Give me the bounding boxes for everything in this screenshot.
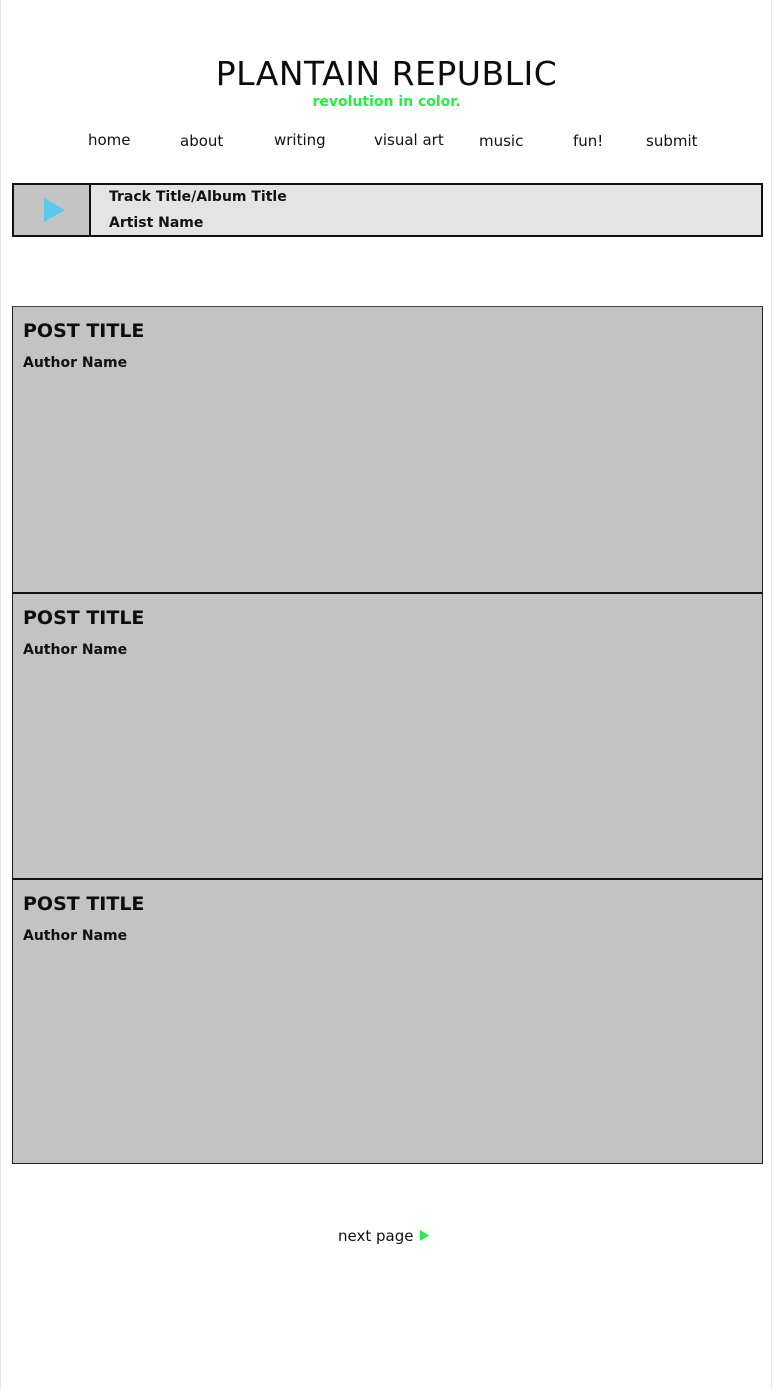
post-card[interactable]: POST TITLE Author Name (12, 878, 763, 1164)
post-card[interactable]: POST TITLE Author Name (12, 592, 763, 878)
track-title: Track Title/Album Title (109, 189, 287, 205)
post-title[interactable]: POST TITLE (23, 606, 144, 630)
site-title[interactable]: PLANTAIN REPUBLIC (0, 52, 773, 96)
play-button[interactable] (14, 185, 91, 235)
site-tagline: revolution in color. (312, 94, 461, 110)
nav-item-fun[interactable]: fun! (573, 130, 603, 152)
arrow-right-icon (420, 1229, 430, 1241)
post-author: Author Name (23, 928, 128, 944)
nav-item-music[interactable]: music (479, 130, 523, 152)
nav-item-submit[interactable]: submit (646, 130, 698, 152)
post-title[interactable]: POST TITLE (23, 892, 144, 916)
nav-item-writing[interactable]: writing (274, 129, 326, 151)
next-page-label: next page (338, 1227, 414, 1245)
main-nav: home about writing visual art music fun!… (0, 129, 773, 153)
music-player: Track Title/Album Title Artist Name (12, 183, 763, 237)
nav-item-visual-art[interactable]: visual art (374, 129, 444, 151)
nav-item-about[interactable]: about (180, 130, 223, 152)
post-title[interactable]: POST TITLE (23, 319, 144, 343)
post-card[interactable]: POST TITLE Author Name (12, 306, 763, 592)
post-author: Author Name (23, 642, 128, 658)
nav-item-home[interactable]: home (88, 129, 131, 151)
artist-name: Artist Name (109, 215, 204, 231)
next-page-link[interactable]: next page (338, 1225, 430, 1247)
play-icon (44, 198, 65, 222)
post-list: POST TITLE Author Name POST TITLE Author… (12, 306, 763, 1164)
post-author: Author Name (23, 355, 128, 371)
